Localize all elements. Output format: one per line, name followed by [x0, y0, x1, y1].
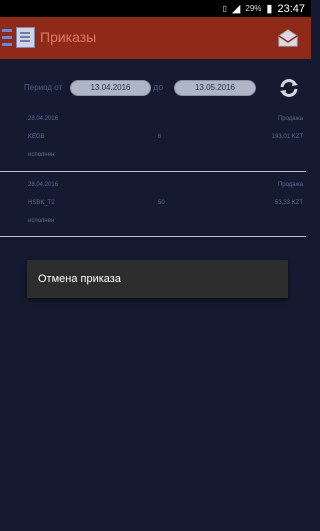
sim-icon: ▯ — [222, 4, 227, 13]
order-instrument: KEGB — [28, 134, 45, 140]
order-instrument: HSBK_T2 — [28, 200, 55, 206]
divider — [0, 171, 306, 172]
order-status: исполнен — [28, 218, 55, 224]
order-type: Продажа — [277, 116, 303, 122]
order-price: 53,33 KZT — [274, 200, 303, 206]
order-date: 28.04.2016 — [28, 116, 59, 122]
period-filter: Период от 13.04.2016 до 13.05.2016 — [0, 77, 311, 99]
battery-icon: ▮ — [266, 3, 273, 15]
refresh-icon[interactable] — [278, 77, 300, 99]
date-from-input[interactable]: 13.04.2016 — [70, 80, 151, 96]
order-quantity: 50 — [158, 200, 165, 206]
signal-icon: ◢ — [231, 3, 241, 15]
divider — [0, 236, 306, 237]
battery-percent: 29% — [245, 4, 262, 13]
order-quantity: 6 — [158, 134, 162, 140]
app-bar: Приказы — [0, 17, 311, 59]
order-status: исполнен — [28, 152, 55, 158]
date-to-input[interactable]: 13.05.2016 — [174, 80, 256, 96]
document-icon — [16, 27, 35, 48]
order-type: Продажа — [277, 182, 303, 188]
date-separator: до — [153, 82, 164, 92]
page-title: Приказы — [40, 29, 97, 45]
context-menu: Отмена приказа — [27, 260, 288, 298]
clock: 23:47 — [277, 2, 305, 15]
order-date: 28.04.2016 — [28, 182, 59, 188]
order-row[interactable]: 28.04.2016 Продажа HSBK_T2 50 53,33 KZT … — [0, 178, 311, 232]
cancel-order-menu-item[interactable]: Отмена приказа — [38, 273, 121, 285]
order-price: 193,01 KZT — [271, 134, 303, 140]
mail-icon[interactable] — [277, 27, 299, 49]
order-row[interactable]: 28.04.2016 Продажа KEGB 6 193,01 KZT исп… — [0, 112, 311, 166]
status-bar: ▯ ◢ 29% ▮ 23:47 — [0, 0, 311, 17]
period-label: Период от — [24, 83, 63, 92]
hamburger-icon[interactable] — [2, 29, 12, 47]
